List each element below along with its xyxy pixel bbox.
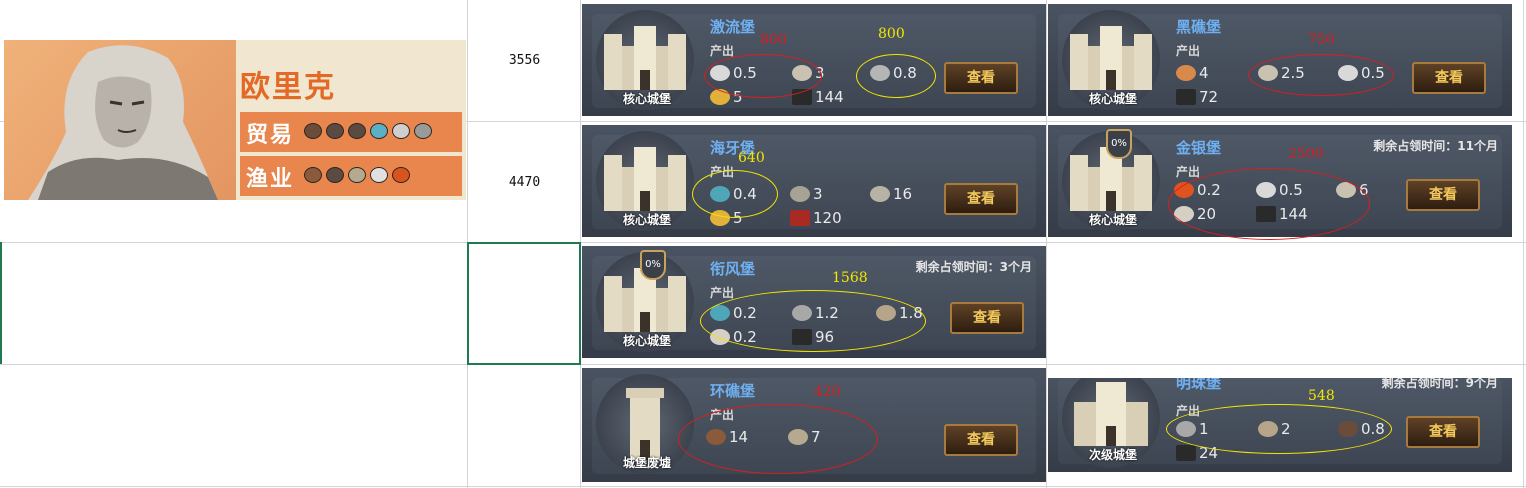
view-button[interactable]: 查看 (1406, 179, 1480, 211)
scroll-icon (870, 186, 890, 202)
hero-banner: 欧里克 贸易 渔业 (4, 40, 466, 200)
occupy-time: 剩余占领时间：3个月 (915, 260, 1032, 274)
selected-cell[interactable] (467, 242, 581, 365)
banner-icon (1176, 445, 1196, 461)
shield-icon: 0% (1106, 129, 1132, 159)
shell-icon (326, 167, 344, 183)
castle-name: 环礁堡 (710, 382, 756, 400)
pearl-icon (392, 123, 410, 139)
hero-name: 欧里克 (240, 70, 336, 105)
view-button[interactable]: 查看 (1412, 62, 1486, 94)
annotation-ellipse-yellow (1166, 404, 1392, 454)
spice-icon (348, 123, 366, 139)
view-button[interactable]: 查看 (944, 424, 1018, 456)
tower-ruin-icon (626, 388, 664, 460)
pearl-icon (370, 167, 388, 183)
annotation-ellipse-red (704, 54, 822, 98)
castle-name: 金银堡 (1176, 139, 1222, 157)
cell-value-row1[interactable]: 3556 (468, 53, 581, 68)
castle-name: 激流堡 (710, 18, 756, 36)
hero-fishing-row: 渔业 (240, 156, 462, 196)
fishing-resource-icons (304, 167, 410, 183)
coral-icon (326, 123, 344, 139)
castle-icon (604, 147, 686, 211)
banner-icon (1176, 89, 1196, 105)
annotation-ellipse-red (1248, 54, 1394, 96)
castle-icon (1070, 26, 1152, 90)
annotation-ellipse-yellow (856, 54, 936, 98)
resource-troops: 120 (790, 209, 842, 227)
castle-type-label: 核心城堡 (1088, 92, 1137, 106)
annotation-value: 800 (878, 26, 905, 42)
produce-label: 产出 (710, 286, 735, 300)
produce-label: 产出 (1176, 44, 1201, 58)
fish-icon (304, 167, 322, 183)
shield-icon: 0% (640, 250, 666, 280)
fishing-label: 渔业 (246, 167, 295, 192)
castle-type-label: 次级城堡 (1088, 448, 1137, 462)
view-button[interactable]: 查看 (950, 302, 1024, 334)
castle-name: 黑礁堡 (1176, 18, 1222, 36)
trade-resource-icons (304, 123, 432, 139)
row-selection-edge (0, 242, 2, 364)
clam-icon (348, 167, 366, 183)
produce-label: 产出 (1176, 165, 1201, 179)
goblet-icon (304, 123, 322, 139)
grid-hline-2 (0, 242, 1526, 243)
castle-card-haiya: 核心城堡 海牙堡 产出 0.4 3 16 5 120 查看 (582, 125, 1046, 237)
cell-value-row2[interactable]: 4470 (468, 175, 581, 190)
annotation-ellipse-red (1168, 168, 1370, 240)
annotation-value: 800 (760, 32, 787, 48)
grid-vline-4 (1523, 0, 1524, 488)
annotation-ellipse-yellow (700, 290, 926, 352)
resource-troops: 72 (1176, 88, 1218, 106)
occupy-time: 剩余占领时间：11个月 (1373, 139, 1498, 153)
castle-type-label: 城堡废墟 (622, 456, 671, 470)
resource-fish: 4 (1176, 64, 1209, 82)
castle-icon (1074, 382, 1148, 446)
pearls-icon (414, 123, 432, 139)
annotation-value: 1568 (832, 270, 868, 286)
annotation-value: 2500 (1288, 146, 1324, 162)
banner-red-icon (790, 210, 810, 226)
castle-type-label: 核心城堡 (622, 92, 671, 106)
fish-icon (1176, 65, 1196, 81)
annotation-value: 420 (814, 384, 841, 400)
grid-hline-3 (0, 364, 1526, 365)
grid-hline-4 (0, 486, 1526, 487)
castle-icon (604, 26, 686, 90)
hero-portrait (28, 45, 218, 200)
annotation-ellipse-yellow (692, 170, 778, 218)
view-button[interactable]: 查看 (944, 183, 1018, 215)
view-button[interactable]: 查看 (944, 62, 1018, 94)
castle-card-jiliu: 核心城堡 激流堡 产出 0.5 3 0.8 5 144 查看 (582, 4, 1046, 116)
annotation-value: 640 (738, 150, 765, 166)
castle-type-label: 核心城堡 (622, 213, 671, 227)
occupy-time: 剩余占领时间：9个月 (1381, 378, 1498, 390)
annotation-value: 548 (1308, 388, 1335, 404)
grid-vline-3 (1046, 0, 1047, 488)
resource-scroll: 16 (870, 185, 912, 203)
silk-icon (370, 123, 388, 139)
annotation-ellipse-red (678, 404, 878, 474)
castle-name: 衔风堡 (710, 260, 756, 278)
resource-cloth: 3 (790, 185, 823, 203)
castle-type-label: 核心城堡 (622, 334, 671, 348)
hero-trade-row: 贸易 (240, 112, 462, 152)
cloth-icon (790, 186, 810, 202)
view-button[interactable]: 查看 (1406, 416, 1480, 448)
coral-red-icon (392, 167, 410, 183)
castle-type-label: 核心城堡 (1088, 213, 1137, 227)
annotation-value: 750 (1308, 32, 1335, 48)
castle-name: 明珠堡 (1176, 378, 1222, 392)
trade-label: 贸易 (246, 123, 295, 148)
